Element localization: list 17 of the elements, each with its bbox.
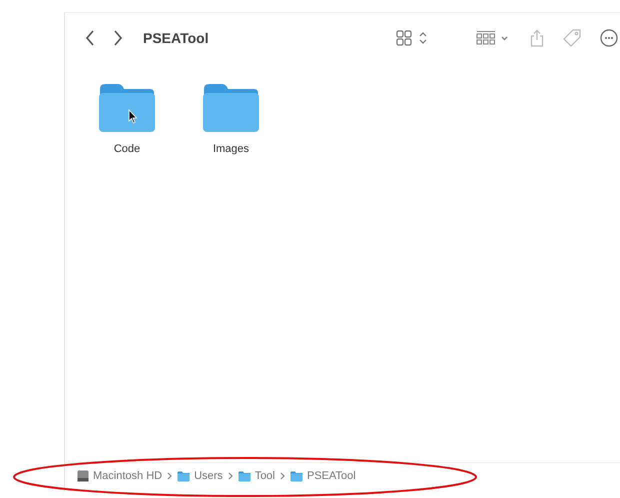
chevron-icon — [280, 472, 285, 480]
chevron-icon — [228, 472, 233, 480]
folder-name: Images — [212, 143, 250, 155]
path-item[interactable]: Tool — [238, 470, 275, 482]
folder-icon — [238, 470, 251, 482]
folder-icon — [290, 470, 303, 482]
folder-item[interactable]: Images — [200, 83, 262, 155]
path-item[interactable]: PSEATool — [290, 470, 356, 482]
folder-name: Code — [114, 143, 140, 155]
chevron-icon — [167, 472, 172, 480]
folder-icon — [98, 83, 156, 133]
folder-icon — [202, 83, 260, 133]
folder-icon — [177, 470, 190, 482]
path-item[interactable]: Macintosh HD — [77, 470, 162, 482]
window-title: PSEATool — [143, 30, 209, 46]
folder-item[interactable]: Code — [96, 83, 158, 155]
path-item[interactable]: Users — [177, 470, 223, 482]
